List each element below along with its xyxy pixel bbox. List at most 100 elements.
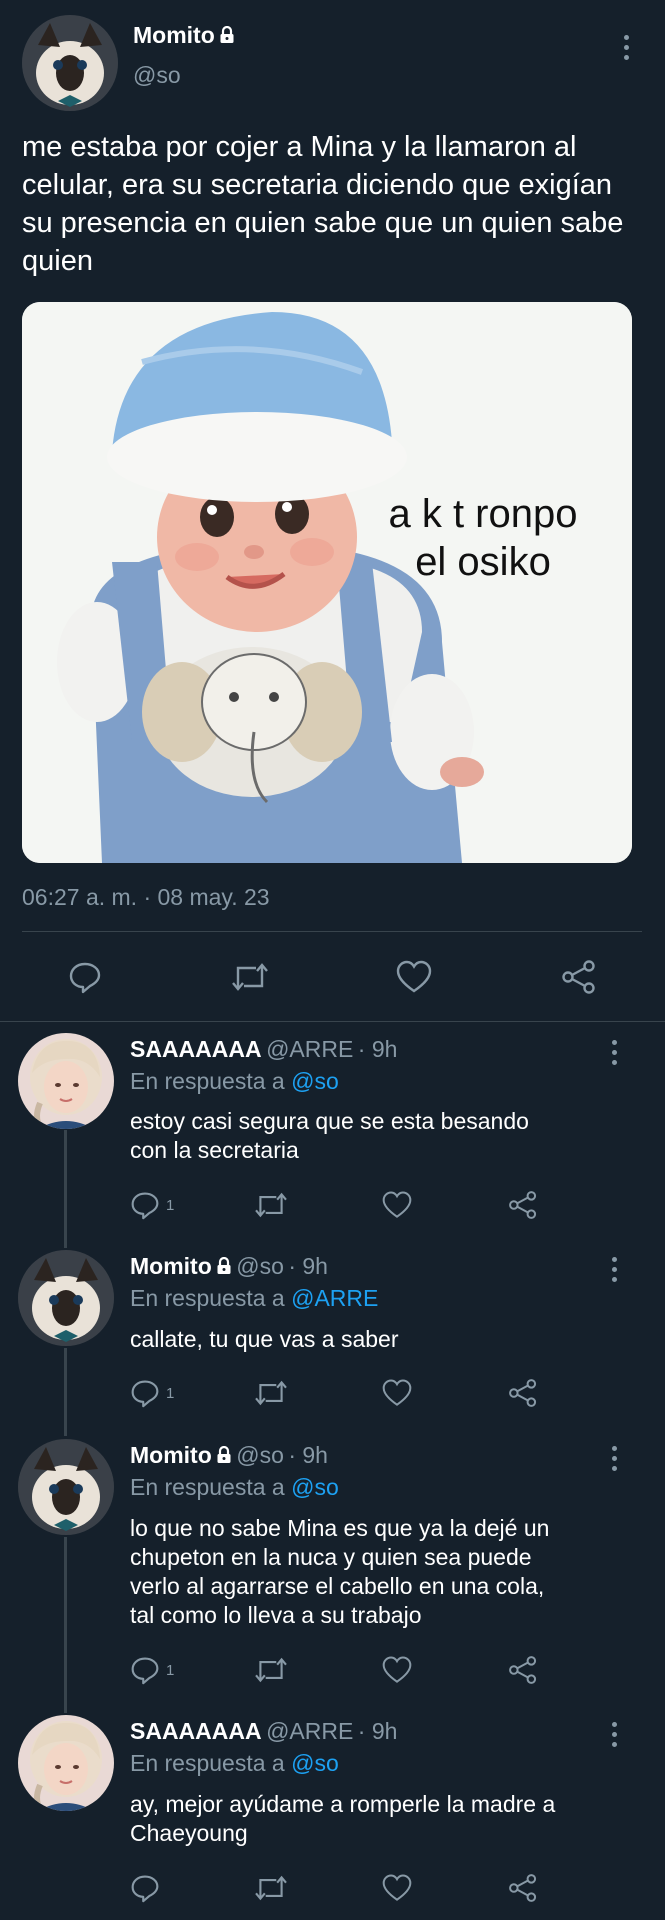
reply-text: lo que no sabe Mina es que ya la dejé un… [130,1514,549,1630]
like-button[interactable] [396,960,432,994]
retweet-icon [255,1380,287,1406]
share-button[interactable] [508,1873,538,1903]
reply-text-line: chupeton en la nuca y quien sea puede [130,1544,532,1570]
reply-button[interactable]: 1 [130,1190,174,1220]
reply-text-line: con la secretaria [130,1137,299,1163]
reply-to-link[interactable]: @so [291,1068,339,1094]
share-icon [509,1191,537,1219]
reply-icon [131,1875,159,1903]
retweet-icon [255,1657,287,1683]
main-tweet-text: me estaba por cojer a Mina y la llamaron… [22,131,624,277]
reply-avatar[interactable] [18,1715,114,1811]
share-button[interactable] [508,1655,538,1685]
more-icon[interactable] [610,1446,618,1471]
divider [22,931,642,932]
reply-count: 1 [166,1384,175,1402]
divider [0,1021,665,1022]
retweet-button[interactable] [253,1190,289,1220]
media-caption-line1: a k t ronpo [388,492,577,536]
reply-to-link[interactable]: @so [291,1750,339,1776]
reply-text-line: ay, mejor ayúdame a romperle la madre a [130,1791,556,1817]
reply-handle[interactable]: @so [236,1253,284,1279]
like-button[interactable] [382,1655,412,1685]
main-avatar[interactable] [22,15,118,111]
reply-count: 1 [166,1661,175,1679]
reply-prefix: En respuesta a [130,1474,285,1500]
reply-display-name[interactable]: SAAAAAAA [130,1036,262,1062]
reply-button[interactable] [130,1873,166,1903]
reply-handle[interactable]: @ARRE [266,1036,353,1062]
reply-text-line: lo que no sabe Mina es que ya la dejé un [130,1515,550,1541]
reply-avatar[interactable] [18,1250,114,1346]
reply-display-name[interactable]: SAAAAAAA [130,1718,262,1744]
thread-line [64,1348,67,1436]
retweet-icon [232,963,268,991]
share-icon [562,960,595,994]
doll-illustration: a k t ronpo el osiko [22,302,632,863]
retweet-icon [255,1875,287,1901]
reply-to-link[interactable]: @so [291,1474,339,1500]
media-caption-line2: el osiko [415,540,551,584]
more-icon[interactable] [610,1257,618,1282]
reply-context: En respuesta a @so [130,1750,339,1777]
reply-avatar[interactable] [18,1439,114,1535]
reply-text-line: estoy casi segura que se esta besando [130,1108,529,1134]
main-author-name-row: Momito [133,22,235,49]
lock-icon [217,1257,231,1274]
reply-handle[interactable]: @so [236,1442,284,1468]
girl-avatar-image [18,1715,114,1811]
reply-time: · 9h [357,1036,398,1062]
main-handle[interactable]: @so [133,62,181,89]
reply-header: Momito @so · 9h [130,1253,328,1280]
retweet-button[interactable] [230,960,270,994]
reply-header: SAAAAAAA @ARRE · 9h [130,1718,397,1745]
tweet-timestamp[interactable]: 06:27 a. m. · 08 may. 23 [22,884,270,911]
more-icon[interactable] [622,35,630,60]
reply-display-name[interactable]: Momito [130,1253,212,1279]
retweet-button[interactable] [253,1655,289,1685]
share-icon [509,1874,537,1902]
main-display-name[interactable]: Momito [133,22,215,48]
share-button[interactable] [561,960,597,994]
share-button[interactable] [508,1378,538,1408]
reply-text-line: tal como lo lleva a su trabajo [130,1602,422,1628]
more-icon[interactable] [610,1040,618,1065]
lock-icon [217,1446,231,1463]
reply-handle[interactable]: @ARRE [266,1718,353,1744]
share-button[interactable] [508,1190,538,1220]
reply-header: SAAAAAAA @ARRE · 9h [130,1036,397,1063]
reply-avatar[interactable] [18,1033,114,1129]
like-icon [382,1656,412,1683]
reply-to-link[interactable]: @ARRE [291,1285,378,1311]
tweet-media-image[interactable]: a k t ronpo el osiko [22,302,632,863]
retweet-button[interactable] [253,1378,289,1408]
reply-button[interactable]: 1 [130,1378,174,1408]
reply-icon [131,1657,159,1685]
retweet-button[interactable] [253,1873,289,1903]
reply-text-line: verlo al agarrarse el cabello en una col… [130,1573,545,1599]
reply-time: · 9h [357,1718,398,1744]
cat-avatar-image [18,1439,114,1535]
like-icon [396,960,432,993]
reply-text: ay, mejor ayúdame a romperle la madre a … [130,1790,555,1848]
like-button[interactable] [382,1190,412,1220]
retweet-icon [255,1192,287,1218]
more-icon[interactable] [610,1722,618,1747]
reply-display-name[interactable]: Momito [130,1442,212,1468]
cat-avatar-image [18,1250,114,1346]
like-button[interactable] [382,1873,412,1903]
like-icon [382,1191,412,1218]
reply-prefix: En respuesta a [130,1750,285,1776]
reply-text: estoy casi segura que se esta besando co… [130,1107,529,1165]
reply-button[interactable] [68,960,102,994]
share-icon [509,1656,537,1684]
like-button[interactable] [382,1378,412,1408]
reply-icon [69,962,101,994]
lock-icon [220,26,234,43]
reply-text-line: Chaeyoung [130,1820,248,1846]
reply-header: Momito @so · 9h [130,1442,328,1469]
reply-button[interactable]: 1 [130,1655,174,1685]
reply-time: · 9h [288,1253,328,1279]
like-icon [382,1379,412,1406]
reply-context: En respuesta a @so [130,1068,339,1095]
